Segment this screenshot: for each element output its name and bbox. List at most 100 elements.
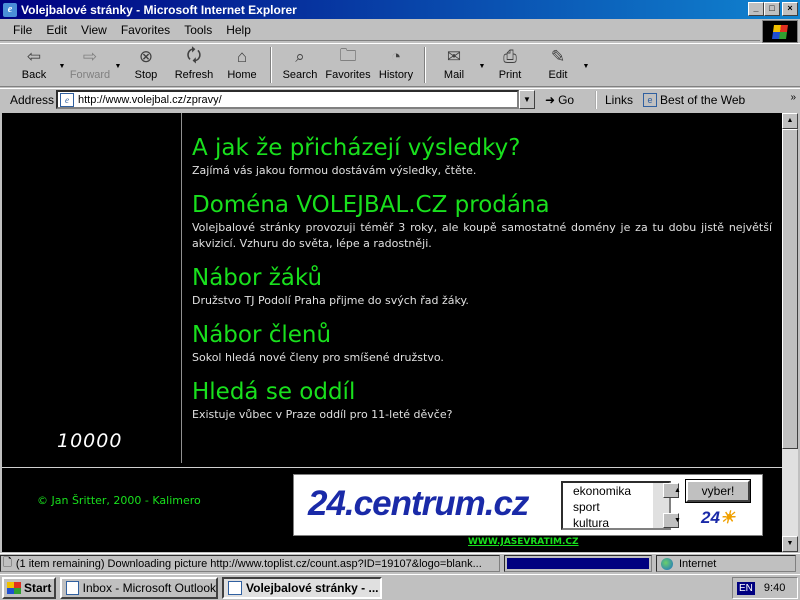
go-label: Go — [558, 92, 575, 107]
printer-icon: ⎙ — [503, 47, 517, 66]
news-title[interactable]: A jak že přicházejí výsledky? — [192, 133, 772, 163]
ie-icon: e — [3, 2, 17, 17]
edit-button[interactable]: ✎ Edit — [534, 47, 582, 85]
refresh-button[interactable]: 🗘 Refresh — [170, 46, 218, 85]
back-dropdown-icon[interactable]: ▼ — [58, 47, 66, 85]
news-text: Existuje vůbec v Praze oddíl pro 11-leté… — [192, 408, 453, 421]
zone-panel: Internet — [656, 555, 796, 572]
address-dropdown-icon[interactable]: ▼ — [519, 90, 535, 109]
system-tray: EN 9:40 — [732, 577, 798, 599]
home-button[interactable]: ⌂ Home — [218, 47, 266, 85]
refresh-label: Refresh — [174, 69, 214, 81]
page-content: 10000 A jak že přicházejí výsledky? Zají… — [2, 113, 782, 552]
centrum-banner[interactable]: 24.centrum.cz ekonomika sport kultura ▲ … — [293, 474, 763, 536]
scroll-thumb[interactable] — [782, 129, 798, 449]
news-item: Hledá se oddíl Existuje vůbec v Praze od… — [192, 377, 772, 423]
status-bar: 🗋 (1 item remaining) Downloading picture… — [0, 553, 800, 573]
mail-button[interactable]: ✉ Mail — [430, 47, 478, 85]
minimize-button[interactable]: _ — [748, 2, 764, 16]
go-button[interactable]: ➜ Go — [535, 93, 595, 107]
task-outlook[interactable]: Inbox - Microsoft Outlook — [60, 576, 218, 599]
outlook-icon — [66, 580, 79, 595]
menu-tools[interactable]: Tools — [177, 23, 219, 37]
links-chevron-icon[interactable]: » — [790, 92, 796, 103]
clock: 9:40 — [763, 582, 786, 594]
vertical-scrollbar[interactable]: ▲ ▼ — [782, 113, 798, 552]
listbox-scrollbar[interactable]: ▲ ▼ — [653, 483, 681, 528]
maximize-button[interactable]: □ — [764, 2, 780, 16]
news-item: A jak že přicházejí výsledky? Zajímá vás… — [192, 133, 772, 179]
ie-task-icon — [228, 580, 242, 595]
best-of-web-link[interactable]: e Best of the Web — [633, 92, 745, 107]
favorites-button[interactable]: 🗀 Favorites — [324, 46, 372, 85]
home-label: Home — [227, 69, 257, 81]
links-button[interactable]: Links — [595, 90, 633, 109]
toolbar-separator — [270, 47, 272, 83]
scroll-down-icon[interactable]: ▼ — [782, 536, 798, 552]
news-item: Nábor žáků Družstvo TJ Podolí Praha přij… — [192, 263, 772, 309]
forward-button[interactable]: ⇨ Forward — [66, 47, 114, 85]
search-label: Search — [282, 69, 318, 81]
back-button[interactable]: ⇦ Back — [10, 47, 58, 85]
language-indicator[interactable]: EN — [737, 581, 755, 595]
mail-dropdown-icon[interactable]: ▼ — [478, 47, 486, 85]
menu-file[interactable]: File — [6, 23, 39, 37]
mail-label: Mail — [443, 69, 465, 81]
search-button[interactable]: ⌕ Search — [276, 47, 324, 85]
news-title[interactable]: Doména VOLEJBAL.CZ prodána — [192, 190, 772, 220]
print-label: Print — [498, 69, 522, 81]
page-loading-icon: 🗋 — [3, 557, 12, 569]
window-title: Volejbalové stránky - Microsoft Internet… — [21, 2, 297, 17]
print-button[interactable]: ⎙ Print — [486, 47, 534, 85]
copyright: © Jan Šritter, 2000 - Kalimero — [37, 494, 201, 507]
forward-dropdown-icon[interactable]: ▼ — [114, 47, 122, 85]
start-button[interactable]: Start — [2, 576, 56, 599]
edit-icon: ✎ — [550, 47, 566, 66]
edit-dropdown-icon[interactable]: ▼ — [582, 47, 590, 85]
status-text-panel: 🗋 (1 item remaining) Downloading picture… — [0, 555, 500, 572]
forward-label: Forward — [69, 69, 111, 81]
windows-logo-icon — [762, 20, 798, 43]
centrum-logo[interactable]: 24.centrum.cz — [308, 484, 529, 524]
menu-help[interactable]: Help — [219, 23, 258, 37]
vyber-button[interactable]: vyber! — [685, 479, 751, 503]
address-bar: Address e http://www.volejbal.cz/zpravy/… — [0, 88, 800, 110]
news-title[interactable]: Hledá se oddíl — [192, 377, 772, 407]
scroll-up-icon[interactable]: ▲ — [663, 483, 681, 498]
divider — [2, 467, 782, 468]
taskbar: Start Inbox - Microsoft Outlook Volejbal… — [0, 574, 800, 600]
address-input[interactable]: e http://www.volejbal.cz/zpravy/ — [56, 90, 519, 109]
menu-edit[interactable]: Edit — [39, 23, 74, 37]
close-button[interactable]: × — [782, 2, 798, 16]
scroll-down-icon[interactable]: ▼ — [663, 513, 681, 528]
jasevratim-link[interactable]: WWW.JASEVRATIM.CZ — [468, 537, 579, 547]
task-browser[interactable]: Volejbalové stránky - ... — [222, 576, 382, 599]
news-title[interactable]: Nábor žáků — [192, 263, 772, 293]
link-page-icon: e — [643, 92, 658, 107]
back-label: Back — [21, 69, 47, 81]
news-list: A jak že přicházejí výsledky? Zajímá vás… — [192, 133, 772, 434]
news-title[interactable]: Nábor členů — [192, 320, 772, 350]
menu-favorites[interactable]: Favorites — [114, 23, 177, 37]
mini-24-logo: 24☀ — [701, 508, 735, 528]
scroll-up-icon[interactable]: ▲ — [782, 113, 798, 129]
stop-icon: ⊗ — [138, 47, 154, 66]
history-button[interactable]: ◔ History — [372, 47, 420, 85]
start-label: Start — [24, 580, 52, 595]
address-label: Address — [10, 92, 55, 107]
progress-bar — [504, 555, 652, 572]
category-listbox[interactable]: ekonomika sport kultura ▲ ▼ — [561, 481, 681, 530]
browser-window: e Volejbalové stránky - Microsoft Intern… — [0, 0, 800, 573]
windows-flag-icon — [7, 581, 21, 594]
menu-view[interactable]: View — [74, 23, 114, 37]
visit-counter: 10000 — [57, 430, 123, 452]
stop-label: Stop — [134, 69, 158, 81]
title-bar: e Volejbalové stránky - Microsoft Intern… — [0, 0, 800, 19]
stop-button[interactable]: ⊗ Stop — [122, 47, 170, 85]
page-icon: e — [60, 92, 74, 107]
home-icon: ⌂ — [236, 47, 248, 66]
progress-fill — [507, 558, 649, 569]
task-label: Inbox - Microsoft Outlook — [82, 580, 216, 595]
back-arrow-icon: ⇦ — [26, 47, 42, 66]
news-item: Doména VOLEJBAL.CZ prodána Volejbalové s… — [192, 190, 772, 252]
